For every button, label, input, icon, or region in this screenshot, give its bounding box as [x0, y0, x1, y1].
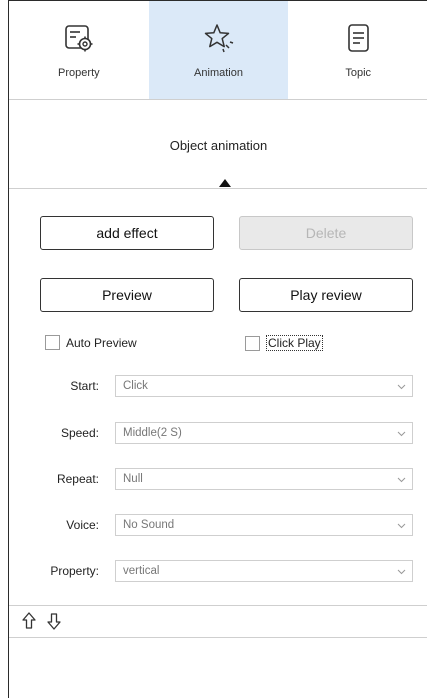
tab-animation-label: Animation [194, 67, 243, 79]
property-value: vertical [123, 565, 160, 577]
controls-divider [9, 605, 427, 606]
repeat-label: Repeat: [56, 472, 99, 486]
auto-preview-checkbox-row[interactable]: Auto Preview [45, 335, 137, 350]
speed-value: Middle(2 S) [123, 427, 182, 439]
arrow-up-icon[interactable] [21, 612, 37, 630]
animation-panel: Property Animation Topic Object animatio… [8, 0, 427, 698]
chevron-down-icon [397, 477, 406, 483]
property-select[interactable]: vertical [115, 560, 413, 582]
click-play-label: Click Play [266, 335, 323, 351]
repeat-select[interactable]: Null [115, 468, 413, 490]
tab-property[interactable]: Property [9, 1, 149, 99]
preview-button[interactable]: Preview [40, 278, 214, 312]
voice-value: No Sound [123, 519, 175, 531]
bottom-divider [9, 637, 427, 638]
click-play-checkbox[interactable] [245, 335, 260, 351]
arrow-down-icon[interactable] [46, 612, 62, 630]
speed-select[interactable]: Middle(2 S) [115, 422, 413, 444]
tab-topic[interactable]: Topic [288, 1, 427, 99]
repeat-value: Null [123, 473, 143, 485]
section-title: Object animation [169, 138, 268, 153]
property-settings-icon [65, 25, 93, 52]
star-animation-icon [204, 24, 233, 53]
chevron-down-icon [397, 431, 406, 437]
document-topic-icon [348, 24, 369, 52]
tab-strip: Property Animation Topic [9, 1, 427, 99]
speed-label: Speed: [60, 426, 99, 440]
tab-animation[interactable]: Animation [148, 1, 289, 99]
chevron-down-icon [397, 569, 406, 575]
start-label: Start: [70, 379, 99, 393]
click-play-checkbox-row[interactable]: Click Play [245, 335, 323, 351]
tabs-divider [9, 99, 427, 100]
property-label: Property: [50, 564, 99, 578]
auto-preview-label: Auto Preview [66, 335, 137, 350]
voice-label: Voice: [66, 518, 99, 532]
start-value: Click [123, 380, 148, 392]
auto-preview-checkbox[interactable] [45, 335, 60, 350]
play-review-button[interactable]: Play review [239, 278, 413, 312]
chevron-down-icon [397, 384, 406, 390]
tab-topic-label: Topic [345, 67, 372, 79]
start-select[interactable]: Click [115, 375, 413, 397]
add-effect-button[interactable]: add effect [40, 216, 214, 250]
delete-button[interactable]: Delete [239, 216, 413, 250]
tab-property-label: Property [58, 67, 100, 79]
chevron-down-icon [397, 523, 406, 529]
section-divider [9, 188, 427, 189]
voice-select[interactable]: No Sound [115, 514, 413, 536]
caret-up-icon [219, 179, 231, 187]
